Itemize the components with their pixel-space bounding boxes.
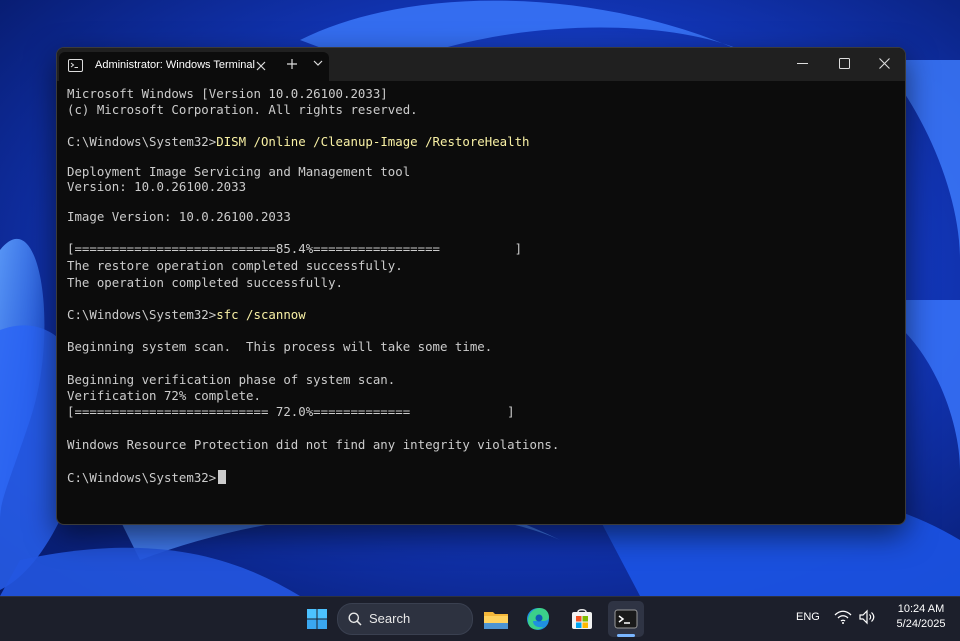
chevron-down-icon[interactable] <box>313 60 323 67</box>
windows-start-icon <box>307 609 327 629</box>
output-line: Microsoft Windows [Version 10.0.26100.20… <box>67 86 388 101</box>
search-label: Search <box>369 611 411 626</box>
output-line: Verification 72% complete. <box>67 388 261 403</box>
terminal-icon <box>68 59 83 72</box>
output-line: The operation completed successfully. <box>67 275 344 290</box>
progress-bar-line: [========================== 72.0%=======… <box>67 404 515 419</box>
file-explorer-button[interactable] <box>478 601 514 637</box>
taskbar: Search ENG 10:24 AM 5/24/2025 <box>0 596 960 641</box>
output-line: Beginning verification phase of system s… <box>67 372 396 387</box>
output-line: Deployment Image Servicing and Managemen… <box>67 164 411 179</box>
store-button[interactable] <box>564 601 600 637</box>
output-line: The restore operation completed successf… <box>67 258 403 273</box>
tab-title: Administrator: Windows Terminal <box>95 59 255 71</box>
terminal-icon <box>614 609 638 629</box>
output-line: (c) Microsoft Corporation. All rights re… <box>67 102 418 117</box>
search-icon <box>348 612 362 626</box>
prompt: C:\Windows\System32> <box>67 134 217 149</box>
progress-bar-line: [===========================85.4%=======… <box>67 241 523 256</box>
clock[interactable]: 10:24 AM 5/24/2025 <box>890 602 952 632</box>
prompt: C:\Windows\System32> <box>67 470 217 485</box>
output-line: Beginning system scan. This process will… <box>67 339 493 354</box>
volume-icon[interactable] <box>858 609 876 625</box>
language-indicator[interactable]: ENG <box>796 611 820 623</box>
close-icon[interactable] <box>879 58 890 69</box>
command-line[interactable]: C:\Windows\System32> <box>67 470 227 485</box>
edge-button[interactable] <box>520 601 556 637</box>
file-explorer-icon <box>484 612 508 629</box>
output-line: Version: 10.0.26100.2033 <box>67 179 247 194</box>
title-bar[interactable]: Administrator: Windows Terminal <box>57 48 905 81</box>
output-line: Windows Resource Protection did not find… <box>67 437 560 452</box>
active-app-indicator <box>617 634 635 637</box>
start-button[interactable] <box>299 601 335 637</box>
close-icon[interactable] <box>255 60 267 72</box>
clock-time: 10:24 AM <box>897 603 945 615</box>
text-cursor <box>218 470 227 484</box>
terminal-taskbar-button[interactable] <box>608 601 644 637</box>
wifi-icon[interactable] <box>834 609 852 625</box>
minimize-icon[interactable] <box>797 63 808 64</box>
prompt: C:\Windows\System32> <box>67 307 217 322</box>
edge-icon <box>527 608 549 630</box>
command-text: sfc /scannow <box>216 307 306 322</box>
command-line: C:\Windows\System32>sfc /scannow <box>67 307 306 322</box>
clock-date: 5/24/2025 <box>896 618 946 630</box>
output-line: Image Version: 10.0.26100.2033 <box>67 209 291 224</box>
plus-icon[interactable] <box>286 58 298 70</box>
store-icon <box>572 609 592 629</box>
maximize-icon[interactable] <box>839 58 850 69</box>
command-text: DISM /Online /Cleanup-Image /RestoreHeal… <box>216 134 530 149</box>
terminal-output[interactable]: Microsoft Windows [Version 10.0.26100.20… <box>67 86 897 516</box>
taskbar-search[interactable]: Search <box>337 603 473 635</box>
terminal-window: Administrator: Windows Terminal Microsof… <box>56 47 906 525</box>
command-line: C:\Windows\System32>DISM /Online /Cleanu… <box>67 134 530 149</box>
